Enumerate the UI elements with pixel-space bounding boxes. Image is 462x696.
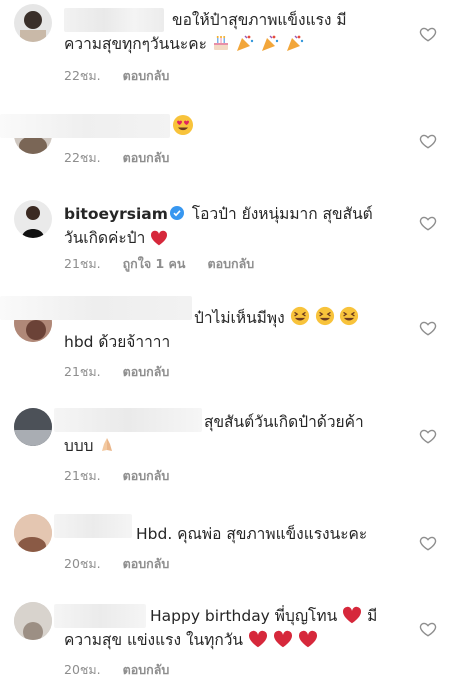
- avatar[interactable]: [14, 514, 52, 552]
- like-heart-icon[interactable]: [419, 214, 437, 232]
- laughing-icon: [340, 306, 359, 326]
- like-heart-icon[interactable]: [419, 534, 437, 552]
- comment-time: 21ชม.: [64, 364, 101, 379]
- blurred-username: [0, 114, 170, 138]
- comment-time: 22ชม.: [64, 68, 101, 83]
- comment-meta: 20ชม. ตอบกลับ: [64, 554, 187, 574]
- reply-button[interactable]: ตอบกลับ: [123, 364, 170, 379]
- verified-badge-icon: [169, 206, 184, 220]
- comment-time: 21ชม.: [64, 468, 101, 483]
- comment-meta: 22ชม. ตอบกลับ: [64, 66, 187, 86]
- reply-button[interactable]: ตอบกลับ: [123, 468, 170, 483]
- comment-text: Hbd. คุณพ่อ สุขภาพแข็งแรงนะคะ: [136, 525, 368, 543]
- party-popper-icon: [261, 35, 278, 51]
- reply-button[interactable]: ตอบกลับ: [207, 256, 254, 271]
- reply-button[interactable]: ตอบกลับ: [123, 150, 170, 165]
- comment-text: bitoeyrsiam โอวป๋า ยังหนุ่มมาก สุขสันต์ …: [64, 205, 373, 247]
- like-heart-icon[interactable]: [419, 319, 437, 337]
- comment-text: ขอให้ป๋าสุขภาพแข็งแรง มี ความสุขทุกๆวันน…: [64, 11, 347, 53]
- comment-meta: 22ชม. ตอบกลับ: [64, 148, 187, 168]
- likes-count[interactable]: ถูกใจ 1 คน: [123, 256, 186, 271]
- folded-hands-icon: [102, 438, 113, 451]
- comment-time: 22ชม.: [64, 150, 101, 165]
- comment-time: 20ชม.: [64, 662, 101, 677]
- birthday-cake-icon: [213, 36, 228, 50]
- reply-button[interactable]: ตอบกลับ: [123, 68, 170, 83]
- party-popper-icon: [236, 35, 253, 51]
- comment-time: 21ชม.: [64, 256, 101, 271]
- like-heart-icon[interactable]: [419, 25, 437, 43]
- avatar[interactable]: [14, 200, 52, 238]
- red-heart-icon: [248, 630, 267, 648]
- username[interactable]: bitoeyrsiam: [64, 205, 168, 223]
- like-heart-icon[interactable]: [419, 132, 437, 150]
- comment-meta: 20ชม. ตอบกลับ: [64, 660, 187, 680]
- avatar[interactable]: [14, 4, 52, 42]
- party-popper-icon: [286, 35, 303, 51]
- like-heart-icon[interactable]: [419, 620, 437, 638]
- like-heart-icon[interactable]: [419, 427, 437, 445]
- red-heart-icon: [273, 630, 292, 648]
- comment-meta: 21ชม. ตอบกลับ: [64, 466, 187, 486]
- comment-text: Happy birthday พี่บุญโทน มี ความสุข แข่ง…: [64, 606, 378, 649]
- avatar[interactable]: [14, 408, 52, 446]
- reply-button[interactable]: ตอบกลับ: [123, 556, 170, 571]
- avatar[interactable]: [14, 602, 52, 640]
- comment-time: 20ชม.: [64, 556, 101, 571]
- laughing-icon: [315, 306, 334, 326]
- red-heart-icon: [298, 630, 317, 648]
- reply-button[interactable]: ตอบกลับ: [123, 662, 170, 677]
- red-heart-icon: [151, 230, 168, 246]
- comment-meta: 21ชม. ตอบกลับ: [64, 362, 187, 382]
- comment-text: ป๋าไม่เห็นมีพุง hbd ด้วยจ้าาาา: [64, 306, 404, 354]
- comment-meta: 21ชม. ถูกใจ 1 คน ตอบกลับ: [64, 254, 272, 274]
- comment-text: สุขสันต์วันเกิดป๋าด้วยค้า บบบ: [64, 413, 364, 455]
- laughing-icon: [290, 306, 309, 326]
- red-heart-icon: [343, 606, 362, 624]
- heart-eyes-icon: [173, 115, 193, 135]
